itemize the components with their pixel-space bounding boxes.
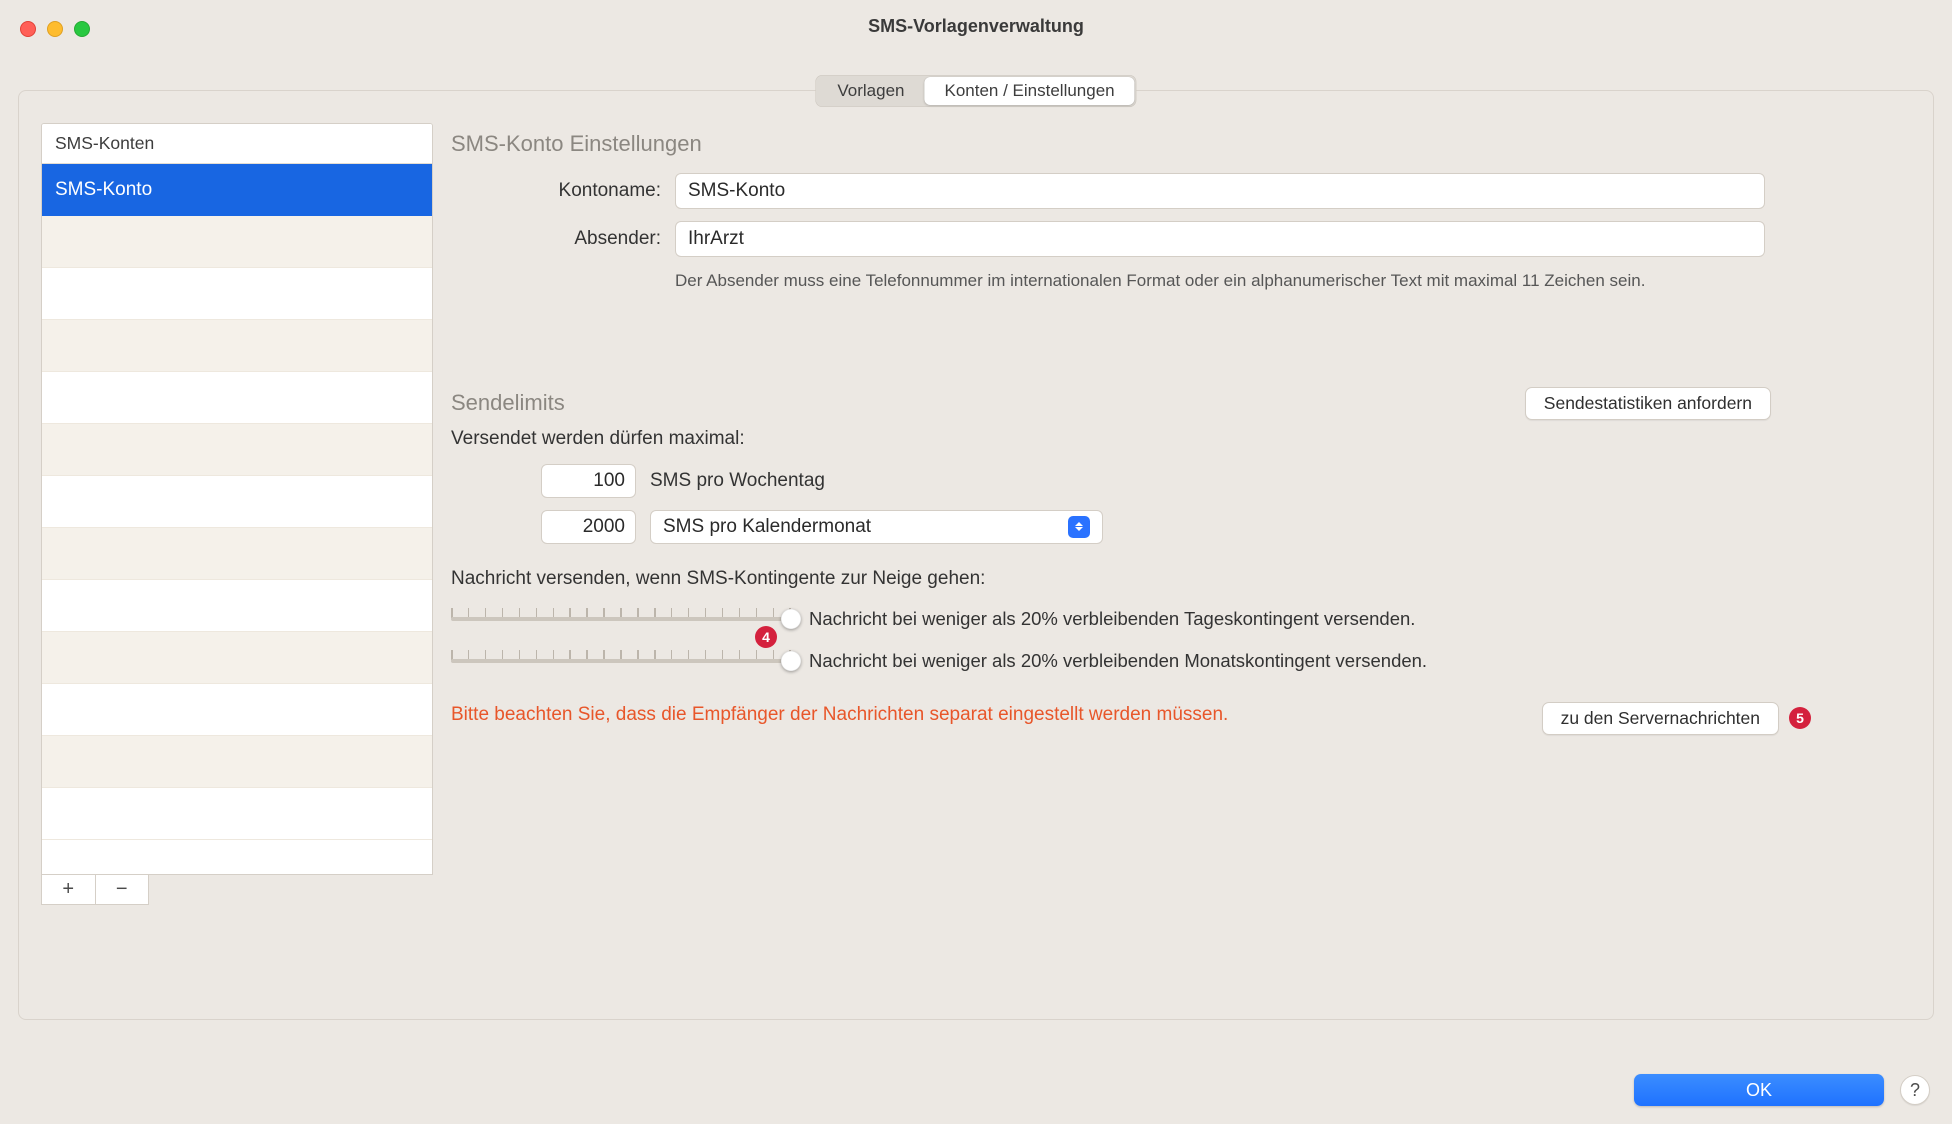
chevron-up-down-icon xyxy=(1068,516,1090,538)
list-item[interactable] xyxy=(42,372,432,424)
daily-threshold-slider[interactable] xyxy=(451,604,791,634)
threshold-intro: Nachricht versenden, wenn SMS-Kontingent… xyxy=(451,568,1911,590)
settings-pane: SMS-Konto Einstellungen Kontoname: Absen… xyxy=(451,123,1911,997)
daily-threshold-label: Nachricht bei weniger als 20% verbleiben… xyxy=(809,608,1415,630)
monthly-threshold-row: Nachricht bei weniger als 20% verbleiben… xyxy=(451,646,1911,676)
list-item[interactable] xyxy=(42,736,432,788)
tab-bar: Vorlagen Konten / Einstellungen xyxy=(815,75,1136,107)
per-month-select[interactable]: SMS pro Kalendermonat xyxy=(650,510,1103,544)
tab-accounts[interactable]: Konten / Einstellungen xyxy=(925,77,1135,105)
per-weekday-label: SMS pro Wochentag xyxy=(650,470,825,492)
add-button[interactable]: + xyxy=(42,875,96,904)
list-item[interactable] xyxy=(42,320,432,372)
account-name-label: Kontoname: xyxy=(451,180,661,202)
monthly-threshold-slider[interactable] xyxy=(451,646,791,676)
accounts-list-header: SMS-Konten xyxy=(42,124,432,164)
list-footer: + − xyxy=(41,875,149,905)
monthly-threshold-label: Nachricht bei weniger als 20% verbleiben… xyxy=(809,650,1427,672)
list-item[interactable] xyxy=(42,424,432,476)
list-item[interactable] xyxy=(42,268,432,320)
list-item[interactable] xyxy=(42,580,432,632)
list-item[interactable] xyxy=(42,632,432,684)
window-title: SMS-Vorlagenverwaltung xyxy=(0,16,1952,37)
list-item-label: SMS-Konto xyxy=(55,179,152,201)
list-item[interactable] xyxy=(42,528,432,580)
list-item[interactable] xyxy=(42,788,432,840)
list-item[interactable]: SMS-Konto xyxy=(42,164,432,216)
daily-threshold-row: Nachricht bei weniger als 20% verbleiben… xyxy=(451,604,1911,634)
titlebar: SMS-Vorlagenverwaltung xyxy=(0,0,1952,38)
help-button[interactable]: ? xyxy=(1900,1075,1930,1105)
list-item[interactable] xyxy=(42,216,432,268)
remove-button[interactable]: − xyxy=(96,875,149,904)
sender-label: Absender: xyxy=(451,228,661,250)
sender-hint: Der Absender muss eine Telefonnummer im … xyxy=(675,269,1765,293)
badge-5: 5 xyxy=(1789,707,1811,729)
tab-templates[interactable]: Vorlagen xyxy=(817,77,924,105)
main-frame: Vorlagen Konten / Einstellungen SMS-Kont… xyxy=(18,90,1934,1020)
list-item[interactable] xyxy=(42,684,432,736)
per-weekday-input[interactable] xyxy=(541,464,636,498)
per-month-select-label: SMS pro Kalendermonat xyxy=(663,516,871,538)
section-title-account: SMS-Konto Einstellungen xyxy=(451,131,1911,157)
server-messages-button[interactable]: zu den Servernachrichten xyxy=(1542,702,1779,735)
sender-input[interactable] xyxy=(675,221,1765,257)
limits-intro: Versendet werden dürfen maximal: xyxy=(451,428,1911,450)
section-title-limits: Sendelimits xyxy=(451,390,565,416)
recipients-warning: Bitte beachten Sie, dass die Empfänger d… xyxy=(451,702,1520,729)
list-item[interactable] xyxy=(42,476,432,528)
account-name-input[interactable] xyxy=(675,173,1765,209)
request-stats-button[interactable]: Sendestatistiken anfordern xyxy=(1525,387,1771,420)
badge-4: 4 xyxy=(755,626,777,648)
ok-button[interactable]: OK xyxy=(1634,1074,1884,1106)
bottom-bar: OK ? xyxy=(1634,1074,1930,1106)
per-month-input[interactable] xyxy=(541,510,636,544)
sidebar: SMS-Konten SMS-Konto + − xyxy=(41,123,433,997)
accounts-list: SMS-Konten SMS-Konto xyxy=(41,123,433,875)
